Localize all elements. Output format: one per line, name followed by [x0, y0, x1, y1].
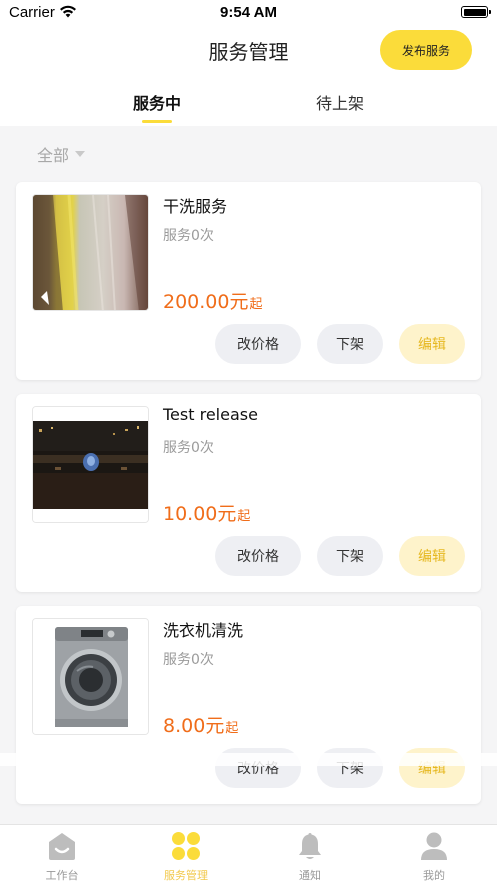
service-price: 200.00 元起 [163, 287, 263, 314]
active-tab-indicator [142, 120, 172, 123]
publish-service-button[interactable]: 发布服务 [380, 30, 472, 70]
price-value: 10.00 [163, 503, 218, 525]
service-count: 服务0次 [163, 228, 214, 244]
person-icon [421, 832, 447, 860]
price-value: 8.00 [163, 715, 206, 737]
washing-machine-photo [32, 618, 149, 735]
scroll-overlay [0, 753, 497, 766]
service-count: 服务0次 [163, 440, 214, 456]
tabbar-label: 服务管理 [164, 869, 208, 882]
service-title: Test release [163, 405, 258, 424]
caret-down-icon [75, 151, 86, 157]
fabric-photo [32, 194, 149, 311]
nav-bar: 服务管理 发布服务 [0, 26, 497, 76]
service-price: 8.00 元起 [163, 711, 238, 738]
filter-label: 全部 [37, 146, 70, 165]
take-down-button[interactable]: 下架 [317, 324, 383, 364]
service-card[interactable]: 干洗服务 服务0次 200.00 元起 改价格 下架 编辑 [16, 182, 481, 380]
segment-tabs: 服务中 待上架 [0, 76, 497, 126]
night-fountain-photo [32, 406, 149, 523]
service-card[interactable]: 洗衣机清洗 服务0次 8.00 元起 改价格 下架 编辑 [16, 606, 481, 804]
category-filter-dropdown[interactable]: 全部 [37, 142, 86, 166]
service-count: 服务0次 [163, 652, 214, 668]
price-unit: 元 [217, 503, 237, 525]
tab-pending-listing[interactable]: 待上架 [260, 90, 420, 114]
bell-icon [299, 833, 321, 859]
bottom-tab-bar: 工作台 服务管理 通知 我的 [0, 824, 497, 883]
service-title: 洗衣机清洗 [163, 621, 244, 640]
tabbar-item-notifications[interactable]: 通知 [248, 825, 372, 883]
change-price-button[interactable]: 改价格 [215, 536, 301, 576]
take-down-button[interactable]: 下架 [317, 536, 383, 576]
edit-button[interactable]: 编辑 [399, 324, 465, 364]
home-icon [49, 833, 75, 860]
tabbar-label: 通知 [299, 869, 321, 882]
price-value: 200.00 [163, 291, 230, 313]
service-title: 干洗服务 [163, 197, 228, 216]
edit-button[interactable]: 编辑 [399, 536, 465, 576]
service-card[interactable]: Test release 服务0次 10.00 元起 改价格 下架 编辑 [16, 394, 481, 592]
tabbar-item-workbench[interactable]: 工作台 [0, 825, 124, 883]
tabbar-label: 我的 [423, 869, 445, 882]
price-unit: 元 [229, 291, 249, 313]
battery-icon [461, 6, 491, 18]
tab-in-service[interactable]: 服务中 [77, 90, 237, 114]
price-suffix: 起 [237, 509, 251, 524]
change-price-button[interactable]: 改价格 [215, 324, 301, 364]
status-bar: Carrier 9:54 AM [0, 0, 497, 26]
tabbar-label: 工作台 [45, 869, 79, 882]
price-suffix: 起 [249, 297, 263, 312]
clover-icon [172, 832, 200, 860]
clock: 9:54 AM [220, 4, 277, 21]
price-suffix: 起 [225, 721, 239, 736]
price-unit: 元 [205, 715, 225, 737]
tabbar-item-me[interactable]: 我的 [372, 825, 496, 883]
tabbar-item-service-management[interactable]: 服务管理 [124, 825, 248, 883]
service-price: 10.00 元起 [163, 499, 250, 526]
